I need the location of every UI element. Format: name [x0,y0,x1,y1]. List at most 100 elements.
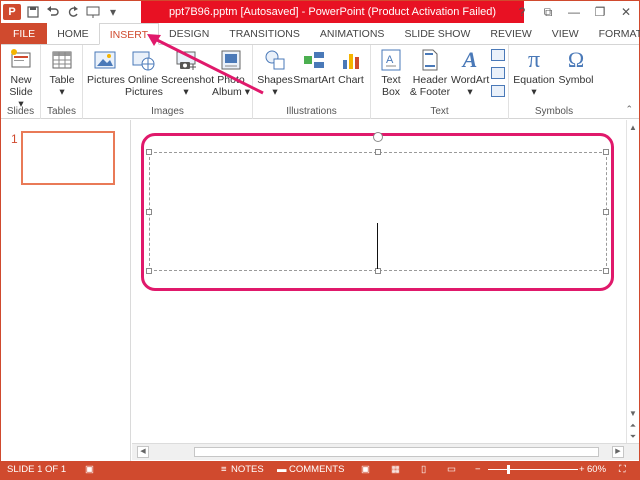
window-controls: ? ⧉ — ❐ ✕ [509,1,639,23]
header-footer-label-2: & Footer [409,86,451,98]
normal-view-icon[interactable]: ▣ [361,464,370,475]
svg-text:A: A [386,54,394,66]
vertical-scrollbar[interactable]: ▲ ▼ ⏶ ⏷ [626,120,639,443]
save-icon[interactable] [25,4,41,20]
tab-slide-show[interactable]: SLIDE SHOW [394,23,480,44]
chart-button[interactable]: Chart [335,48,367,86]
comments-button[interactable]: COMMENTS [289,464,344,475]
tab-home[interactable]: HOME [47,23,99,44]
horizontal-scroll-thumb[interactable] [194,447,599,457]
tab-animations[interactable]: ANIMATIONS [310,23,395,44]
slideshow-icon[interactable] [85,4,101,20]
smartart-label: SmartArt [293,74,335,86]
omega-icon: Ω [567,47,585,72]
resize-handle-bottom-right[interactable] [603,268,609,274]
next-slide-icon[interactable]: ⏷ [627,431,639,443]
header-footer-icon [422,49,438,71]
slideshow-view-icon[interactable]: ▭ [447,464,456,475]
slide-sorter-icon[interactable]: ▦ [391,464,400,475]
text-box-button[interactable]: A Text Box [375,48,407,98]
resize-handle-right[interactable] [603,209,609,215]
comments-icon: ▬ [277,464,287,475]
table-dropdown: ▾ [59,86,65,98]
pictures-label: Pictures [87,74,125,86]
zoom-out-button[interactable]: − [475,464,481,475]
equation-button[interactable]: π Equation ▾ [513,48,555,98]
resize-handle-left[interactable] [146,209,152,215]
images-group-label: Images [151,106,184,117]
scroll-up-icon[interactable]: ▲ [627,122,639,134]
maximize-icon[interactable]: ❐ [587,1,613,23]
chart-label: Chart [338,74,364,86]
symbol-button[interactable]: Ω Symbol [557,47,595,87]
redo-icon[interactable] [65,4,81,20]
text-group: A Text Box Header & Footer A WordArt ▾ T… [371,45,509,119]
text-cursor [377,223,378,269]
new-slide-icon [11,49,31,68]
status-bar: SLIDE 1 OF 1 ▣ ≡ NOTES ▬ COMMENTS ▣ ▦ ▯ … [1,461,639,479]
help-icon[interactable]: ? [509,1,535,23]
scroll-left-icon[interactable]: ◀ [137,446,149,458]
scroll-down-icon[interactable]: ▼ [627,408,639,420]
notes-icon: ≡ [221,464,227,475]
scroll-right-icon[interactable]: ▶ [612,446,624,458]
text-group-label: Text [430,106,449,117]
slide-thumbnail-pane: 1 [1,120,131,461]
customize-icon[interactable]: ▾ [105,4,121,20]
text-box-placeholder[interactable] [149,152,607,271]
rotate-handle-icon[interactable] [373,132,383,142]
tables-group-label: Tables [47,106,76,117]
tables-group: Table ▾ Tables [41,45,83,119]
table-label: Table [49,74,75,86]
date-time-icon[interactable] [491,49,505,61]
slide-thumbnail[interactable] [21,131,115,185]
symbols-group-label: Symbols [534,106,574,117]
zoom-in-button[interactable]: + [579,464,585,475]
zoom-slider-knob[interactable] [507,465,510,474]
slide-number-icon[interactable] [491,67,505,79]
resize-handle-top-left[interactable] [146,149,152,155]
smartart-icon [304,52,324,68]
fit-slide-icon[interactable]: ⛶ [619,464,626,475]
zoom-level[interactable]: 60% [587,464,606,475]
reading-view-icon[interactable]: ▯ [421,464,426,475]
notes-button[interactable]: NOTES [231,464,264,475]
resize-handle-bottom-left[interactable] [146,268,152,274]
header-footer-button[interactable]: Header & Footer [409,48,451,98]
collapse-ribbon-icon[interactable]: ⌃ [625,104,633,115]
tab-format[interactable]: FORMAT [589,23,640,44]
equation-label: Equation [513,74,555,86]
text-box-label-1: Text [381,74,401,86]
powerpoint-logo: P [3,4,21,20]
ribbon-display-icon[interactable]: ⧉ [535,1,561,23]
tab-file[interactable]: FILE [1,23,48,44]
wordart-dropdown: ▾ [467,86,473,98]
slide-count-status: SLIDE 1 OF 1 [7,464,67,475]
equation-dropdown: ▾ [531,86,537,98]
new-slide-label-1: New [10,74,32,86]
header-footer-label-1: Header [412,74,448,86]
resize-handle-top[interactable] [375,149,381,155]
smartart-button[interactable]: SmartArt [293,48,335,86]
tab-review[interactable]: REVIEW [480,23,541,44]
minimize-icon[interactable]: — [561,1,587,23]
resize-handle-top-right[interactable] [603,149,609,155]
window-title: ppt7B96.pptm [Autosaved] - PowerPoint (P… [141,1,524,23]
new-slide-button[interactable]: New Slide ▾ [6,48,36,110]
slide-number: 1 [11,132,18,146]
horizontal-scrollbar[interactable]: ◀ ▶ [132,443,639,460]
tab-view[interactable]: VIEW [542,23,589,44]
pictures-button[interactable]: Pictures [87,48,125,86]
object-icon[interactable] [491,85,505,97]
pointer-arrow-annotation [147,34,264,95]
text-box-label-2: Box [381,86,401,98]
undo-icon[interactable] [45,4,61,20]
resize-handle-bottom[interactable] [375,268,381,274]
zoom-slider[interactable] [488,469,578,470]
text-box-icon: A [381,49,401,71]
wordart-button[interactable]: A WordArt ▾ [451,48,489,99]
table-button[interactable]: Table ▾ [47,48,77,98]
close-icon[interactable]: ✕ [613,1,639,23]
quick-access-toolbar: P ▾ [3,3,121,21]
spell-check-icon[interactable]: ▣ [85,464,94,475]
